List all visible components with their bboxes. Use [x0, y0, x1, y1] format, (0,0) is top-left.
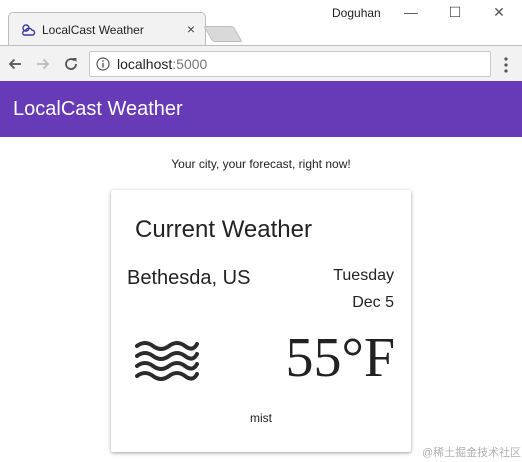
back-button[interactable]	[5, 54, 25, 74]
app-toolbar: LocalCast Weather	[0, 81, 522, 137]
vertical-dots-icon[interactable]	[502, 56, 510, 74]
browser-tab[interactable]: LocalCast Weather ×	[8, 12, 206, 45]
address-bar[interactable]: localhost:5000	[89, 51, 491, 77]
mist-waves-icon	[135, 341, 199, 381]
profile-name[interactable]: Doguhan	[332, 6, 381, 20]
close-tab-icon[interactable]: ×	[183, 21, 199, 37]
weather-date: Dec 5	[352, 294, 394, 311]
browser-titlebar: LocalCast Weather × Doguhan — ☐ ✕	[0, 0, 522, 45]
reload-icon	[65, 58, 77, 70]
new-tab-button[interactable]	[203, 26, 243, 42]
close-window-icon[interactable]: ✕	[484, 0, 514, 24]
arrow-left-icon	[8, 58, 21, 70]
url-port: :5000	[172, 56, 208, 72]
weather-day: Tuesday	[333, 267, 394, 284]
card-title: Current Weather	[135, 216, 312, 243]
weather-description: mist	[250, 411, 272, 425]
temperature: 55°F	[285, 327, 395, 389]
url-text: localhost:5000	[117, 56, 207, 72]
browser-toolbar: localhost:5000	[0, 45, 522, 81]
reload-button[interactable]	[61, 54, 81, 74]
tab-title: LocalCast Weather	[42, 23, 144, 37]
app-title: LocalCast Weather	[13, 98, 183, 120]
url-host: localhost	[117, 56, 173, 72]
forward-button[interactable]	[33, 54, 53, 74]
weather-cloud-icon	[21, 24, 36, 36]
tagline: Your city, your forecast, right now!	[171, 157, 351, 171]
maximize-icon[interactable]: ☐	[440, 0, 470, 24]
current-weather-card: Current Weather Bethesda, US Tuesday Dec…	[111, 190, 411, 452]
watermark: @稀土掘金技术社区	[422, 447, 522, 459]
arrow-right-icon	[37, 58, 50, 70]
info-icon[interactable]	[96, 57, 110, 71]
city-name: Bethesda, US	[127, 267, 251, 289]
minimize-icon[interactable]: —	[396, 0, 426, 24]
